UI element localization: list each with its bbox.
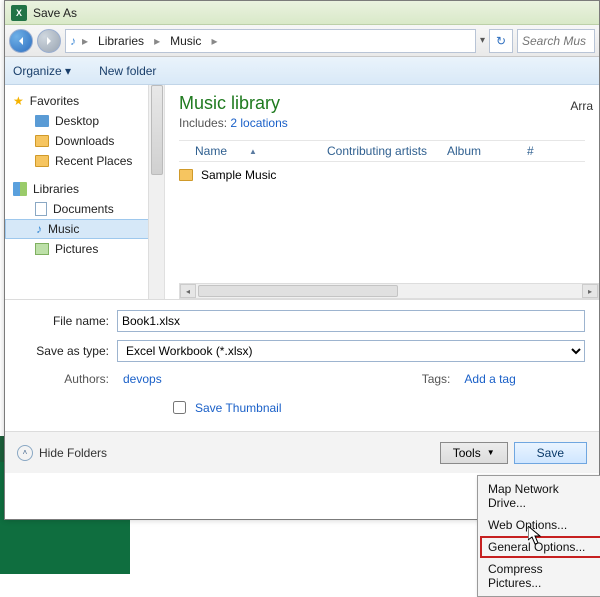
back-button[interactable]	[9, 29, 33, 53]
nav-desktop[interactable]: Desktop	[5, 111, 164, 131]
chevron-right-icon[interactable]: ▸	[80, 34, 90, 48]
folder-icon	[35, 135, 49, 147]
menu-compress-pictures[interactable]: Compress Pictures...	[480, 558, 600, 594]
column-headers: Name▲ Contributing artists Album #	[179, 140, 585, 162]
col-album[interactable]: Album	[439, 144, 519, 158]
save-type-select[interactable]: Excel Workbook (*.xlsx)	[117, 340, 585, 362]
save-thumbnail-checkbox[interactable]	[173, 401, 186, 414]
save-thumbnail-label[interactable]: Save Thumbnail	[195, 401, 282, 415]
command-bar: Organize ▾ New folder	[5, 57, 599, 85]
chevron-up-icon: ˄	[17, 445, 33, 461]
library-title: Music library	[179, 93, 585, 114]
nav-scrollbar[interactable]	[148, 85, 164, 299]
nav-music[interactable]: ♪Music	[5, 219, 164, 239]
save-form: File name: Save as type: Excel Workbook …	[5, 299, 599, 431]
arrange-by[interactable]: Arra	[570, 99, 593, 113]
scroll-left-button[interactable]: ◂	[180, 284, 196, 298]
favorites-group[interactable]: ★Favorites	[5, 91, 164, 111]
folder-icon	[35, 155, 49, 167]
chevron-right-icon[interactable]: ▸	[152, 34, 162, 48]
save-as-dialog: X Save As ♪ ▸ Libraries ▸ Music ▸ ▾ ↻ Or…	[4, 0, 600, 520]
scroll-right-button[interactable]: ▸	[582, 284, 598, 298]
dialog-footer: ˄ Hide Folders Tools▼ Save	[5, 431, 599, 473]
tags-value[interactable]: Add a tag	[464, 372, 515, 386]
nav-pictures[interactable]: Pictures	[5, 239, 164, 259]
libraries-group[interactable]: Libraries	[5, 179, 164, 199]
forward-button[interactable]	[37, 29, 61, 53]
dialog-title: Save As	[33, 6, 77, 20]
new-folder-button[interactable]: New folder	[99, 64, 156, 78]
breadcrumb-music[interactable]: Music	[166, 34, 205, 48]
breadcrumb[interactable]: ♪ ▸ Libraries ▸ Music ▸	[65, 29, 476, 53]
breadcrumb-dropdown-icon[interactable]: ▾	[480, 35, 485, 46]
organize-button[interactable]: Organize ▾	[13, 64, 71, 78]
locations-link[interactable]: 2 locations	[230, 116, 287, 130]
libraries-icon	[13, 182, 27, 196]
col-number[interactable]: #	[519, 144, 549, 158]
excel-icon: X	[11, 5, 27, 21]
nav-recent-places[interactable]: Recent Places	[5, 151, 164, 171]
star-icon: ★	[13, 94, 24, 108]
item-name: Sample Music	[201, 168, 276, 182]
tools-button[interactable]: Tools▼	[440, 442, 508, 464]
nav-downloads[interactable]: Downloads	[5, 131, 164, 151]
address-bar: ♪ ▸ Libraries ▸ Music ▸ ▾ ↻	[5, 25, 599, 57]
filename-label: File name:	[19, 314, 117, 328]
sort-asc-icon: ▲	[241, 147, 265, 156]
save-button[interactable]: Save	[514, 442, 587, 464]
filename-input[interactable]	[117, 310, 585, 332]
documents-icon	[35, 202, 47, 216]
col-name[interactable]: Name▲	[179, 144, 319, 158]
horizontal-scrollbar[interactable]: ◂ ▸	[179, 283, 599, 299]
library-includes: Includes: 2 locations	[179, 116, 585, 130]
scrollbar-thumb[interactable]	[151, 85, 163, 175]
scrollbar-thumb[interactable]	[198, 285, 398, 297]
authors-label: Authors:	[19, 372, 117, 386]
search-input[interactable]	[517, 29, 595, 53]
tools-menu: Map Network Drive... Web Options... Gene…	[477, 475, 600, 597]
navigation-pane: ★Favorites Desktop Downloads Recent Plac…	[5, 85, 165, 299]
chevron-down-icon: ▼	[487, 448, 495, 457]
authors-value[interactable]: devops	[123, 372, 162, 386]
nav-documents[interactable]: Documents	[5, 199, 164, 219]
hide-folders-button[interactable]: ˄ Hide Folders	[17, 445, 107, 461]
tags-label: Tags:	[422, 372, 459, 386]
pictures-icon	[35, 243, 49, 255]
col-artists[interactable]: Contributing artists	[319, 144, 439, 158]
refresh-button[interactable]: ↻	[489, 29, 513, 53]
chevron-right-icon[interactable]: ▸	[209, 34, 219, 48]
menu-map-network-drive[interactable]: Map Network Drive...	[480, 478, 600, 514]
title-bar: X Save As	[5, 1, 599, 25]
save-type-label: Save as type:	[19, 344, 117, 358]
menu-web-options[interactable]: Web Options...	[480, 514, 600, 536]
desktop-icon	[35, 115, 49, 127]
file-list-pane: Music library Includes: 2 locations Arra…	[165, 85, 599, 299]
list-item[interactable]: Sample Music	[165, 162, 599, 188]
menu-general-options[interactable]: General Options...	[480, 536, 600, 558]
music-icon: ♪	[36, 222, 42, 236]
breadcrumb-libraries[interactable]: Libraries	[94, 34, 148, 48]
folder-icon	[179, 169, 193, 181]
music-icon: ♪	[70, 34, 76, 48]
